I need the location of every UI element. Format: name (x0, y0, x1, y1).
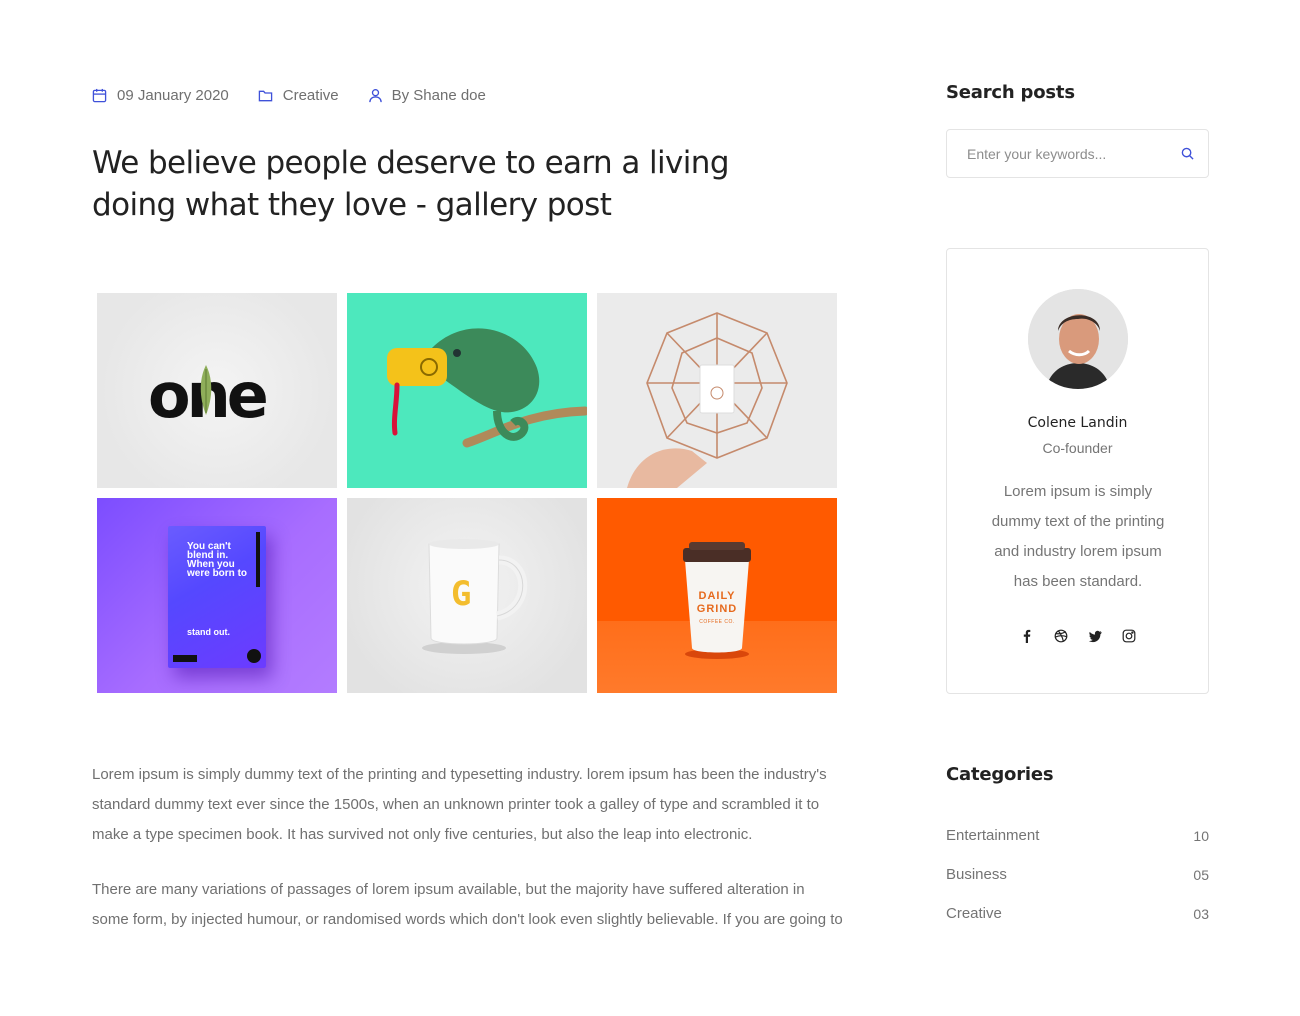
author-socials (947, 629, 1208, 643)
poster: You can't blend in. When you were born t… (168, 526, 266, 668)
post-category-text: Creative (282, 87, 339, 104)
post-author-text: By Shane doe (391, 87, 486, 104)
poster-badge (173, 655, 197, 662)
category-count: 03 (1193, 906, 1209, 922)
post-paragraph: There are many variations of passages of… (92, 881, 843, 928)
category-list: Entertainment 10 Business 05 Creative 03 (946, 818, 1209, 935)
gallery-image-wire-sphere[interactable] (597, 293, 837, 488)
mug-logo: G (451, 574, 472, 614)
gallery-image-mug[interactable]: G (347, 498, 587, 693)
category-label: Entertainment (946, 827, 1040, 844)
gallery-image-poster[interactable]: You can't blend in. When you were born t… (97, 498, 337, 693)
user-icon (368, 89, 382, 103)
dribbble-icon[interactable] (1054, 629, 1068, 643)
post-gallery: one (97, 293, 837, 693)
category-count: 10 (1193, 828, 1209, 844)
poster-logo (247, 649, 261, 663)
author-avatar (1028, 289, 1128, 389)
author-card: Colene Landin Co-founder Lorem ipsum is … (946, 248, 1209, 694)
post-meta: 09 January 2020 Creative By Shane doe (92, 87, 515, 104)
gallery-image-coffee-cup[interactable]: DAILY GRIND COFFEE CO. (597, 498, 837, 693)
gallery-image-one-logo[interactable]: one (97, 293, 337, 488)
post-category[interactable]: Creative (258, 87, 339, 104)
category-item-business[interactable]: Business 05 (946, 857, 1209, 896)
poster-tagline: stand out. (187, 627, 230, 637)
category-item-entertainment[interactable]: Entertainment 10 (946, 818, 1209, 857)
coffee-cup-brand: DAILY GRIND (696, 590, 738, 615)
post-date-text: 09 January 2020 (117, 87, 229, 104)
twitter-icon[interactable] (1088, 629, 1102, 643)
facebook-icon[interactable] (1020, 629, 1034, 643)
post-paragraph: Lorem ipsum is simply dummy text of the … (92, 766, 827, 843)
avatar-portrait-icon (1028, 289, 1128, 389)
category-label: Business (946, 866, 1007, 883)
post-date[interactable]: 09 January 2020 (92, 87, 229, 104)
wire-sphere-icon (627, 312, 788, 488)
gallery-image-chameleon[interactable] (347, 293, 587, 488)
poster-strip (256, 532, 260, 587)
categories-widget-title: Categories (946, 764, 1054, 785)
instagram-icon[interactable] (1122, 629, 1136, 643)
search-icon[interactable] (1181, 147, 1194, 160)
category-item-creative[interactable]: Creative 03 (946, 896, 1209, 935)
author-bio: Lorem ipsum is simply dummy text of the … (991, 483, 1165, 590)
poster-headline: You can't blend in. When you were born t… (187, 541, 248, 579)
search-box (946, 129, 1209, 178)
coffee-cup-subtitle: COFFEE CO. (699, 619, 735, 625)
post-author[interactable]: By Shane doe (368, 87, 486, 104)
folder-icon (258, 90, 273, 102)
search-widget-title: Search posts (946, 82, 1075, 103)
chameleon-icon (387, 328, 587, 448)
category-label: Creative (946, 905, 1002, 922)
author-name: Colene Landin (1027, 415, 1128, 431)
author-role: Co-founder (1042, 440, 1113, 456)
search-input[interactable] (967, 145, 1181, 162)
calendar-icon (92, 88, 107, 103)
category-count: 05 (1193, 867, 1209, 883)
leaf-icon (200, 365, 212, 415)
post-title: We believe people deserve to earn a livi… (92, 145, 730, 223)
